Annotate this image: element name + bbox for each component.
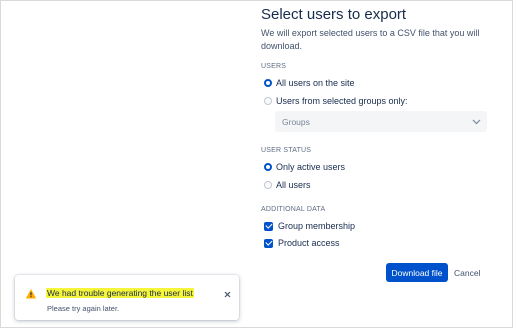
checkbox-group-membership[interactable]: Group membership [264,221,355,231]
dialog-title: Select users to export [261,6,407,23]
checkbox-checked-icon[interactable] [264,238,273,248]
radio-unselected-icon[interactable] [264,181,272,189]
radio-unselected-icon[interactable] [264,97,272,105]
radio-selected-icon[interactable] [264,163,272,171]
radio-only-active-users[interactable]: Only active users [264,162,345,172]
radio-users-from-groups[interactable]: Users from selected groups only: [264,96,408,106]
warning-icon [26,286,36,299]
radio-all-users-on-site[interactable]: All users on the site [264,78,355,88]
flag-body: Please try again later. [47,304,120,313]
users-section-label: USERS [261,63,287,70]
groups-select-placeholder: Groups [282,116,310,127]
chevron-down-icon [471,117,481,127]
radio-label: All users [276,180,311,190]
checkbox-product-access[interactable]: Product access [264,238,340,248]
radio-all-users[interactable]: All users [264,180,311,190]
checkbox-label: Group membership [278,221,356,231]
radio-label: Only active users [276,162,346,172]
download-file-button[interactable]: Download file [386,263,448,282]
cancel-button[interactable]: Cancel [454,263,480,282]
checkbox-checked-icon[interactable] [264,221,273,231]
user-status-section-label: USER STATUS [261,147,312,154]
checkbox-label: Product access [278,238,340,248]
groups-select[interactable]: Groups [275,111,487,132]
radio-label: Users from selected groups only: [276,96,408,106]
error-flag: We had trouble generating the user list … [15,275,239,320]
dialog-description: We will export selected users to a CSV f… [261,28,480,51]
radio-label: All users on the site [276,78,355,88]
additional-data-section-label: ADDITIONAL DATA [261,206,326,213]
flag-title: We had trouble generating the user list [46,288,194,298]
radio-selected-icon[interactable] [264,79,272,87]
close-icon[interactable] [223,286,232,298]
